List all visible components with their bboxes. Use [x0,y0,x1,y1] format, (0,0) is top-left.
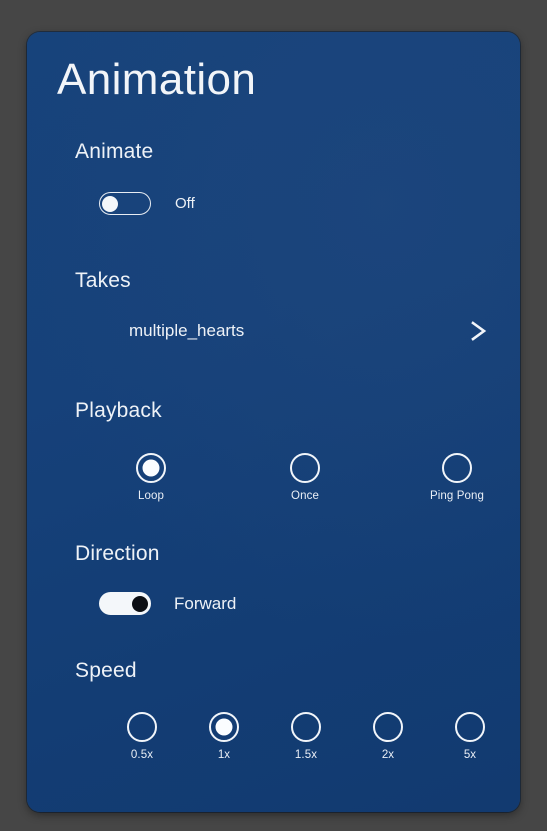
speed-option-1x[interactable]: 1x [184,712,264,761]
chevron-right-icon[interactable] [465,318,491,344]
takes-value: multiple_hearts [129,321,245,340]
radio-dot[interactable] [136,453,166,483]
speed-radio-group: 0.5x 1x 1.5x 2x 5x [27,712,520,768]
page-title: Animation [57,55,257,104]
speed-option-5x[interactable]: 5x [430,712,510,761]
radio-label: 1x [217,749,231,761]
radio-label: 0.5x [130,749,154,761]
radio-dot[interactable] [291,712,321,742]
playback-option-loop[interactable]: Loop [111,453,191,502]
radio-dot[interactable] [455,712,485,742]
playback-option-ping-pong[interactable]: Ping Pong [417,453,497,502]
radio-dot[interactable] [290,453,320,483]
direction-toggle-knob [132,595,148,612]
speed-option-0-5x[interactable]: 0.5x [102,712,182,761]
speed-option-1-5x[interactable]: 1.5x [266,712,346,761]
direction-toggle[interactable] [99,592,151,615]
radio-label: Loop [138,490,164,502]
section-title-speed: Speed [75,659,137,682]
animate-toggle-row[interactable]: Off [99,192,195,215]
takes-selector-row[interactable]: multiple_hearts [75,315,495,347]
speed-option-2x[interactable]: 2x [348,712,428,761]
radio-dot[interactable] [442,453,472,483]
radio-label: 5x [463,749,477,761]
animate-toggle-knob [102,195,118,212]
radio-label: Once [291,490,319,502]
section-title-direction: Direction [75,542,160,565]
radio-dot[interactable] [127,712,157,742]
playback-radio-group: Loop Once Ping Pong [27,453,520,509]
radio-label: 2x [381,749,395,761]
screen: Animation Animate Off Takes multiple_hea… [0,0,547,831]
animation-settings-panel: Animation Animate Off Takes multiple_hea… [27,32,520,812]
animate-toggle-label: Off [175,195,195,212]
section-title-animate: Animate [75,140,154,163]
animate-toggle[interactable] [99,192,151,215]
radio-label: 1.5x [294,749,318,761]
radio-dot[interactable] [209,712,239,742]
direction-toggle-label: Forward [174,593,237,613]
section-title-playback: Playback [75,399,162,422]
playback-option-once[interactable]: Once [265,453,345,502]
direction-toggle-row[interactable]: Forward [99,592,236,615]
radio-dot[interactable] [373,712,403,742]
radio-label: Ping Pong [430,490,484,502]
section-title-takes: Takes [75,269,131,292]
